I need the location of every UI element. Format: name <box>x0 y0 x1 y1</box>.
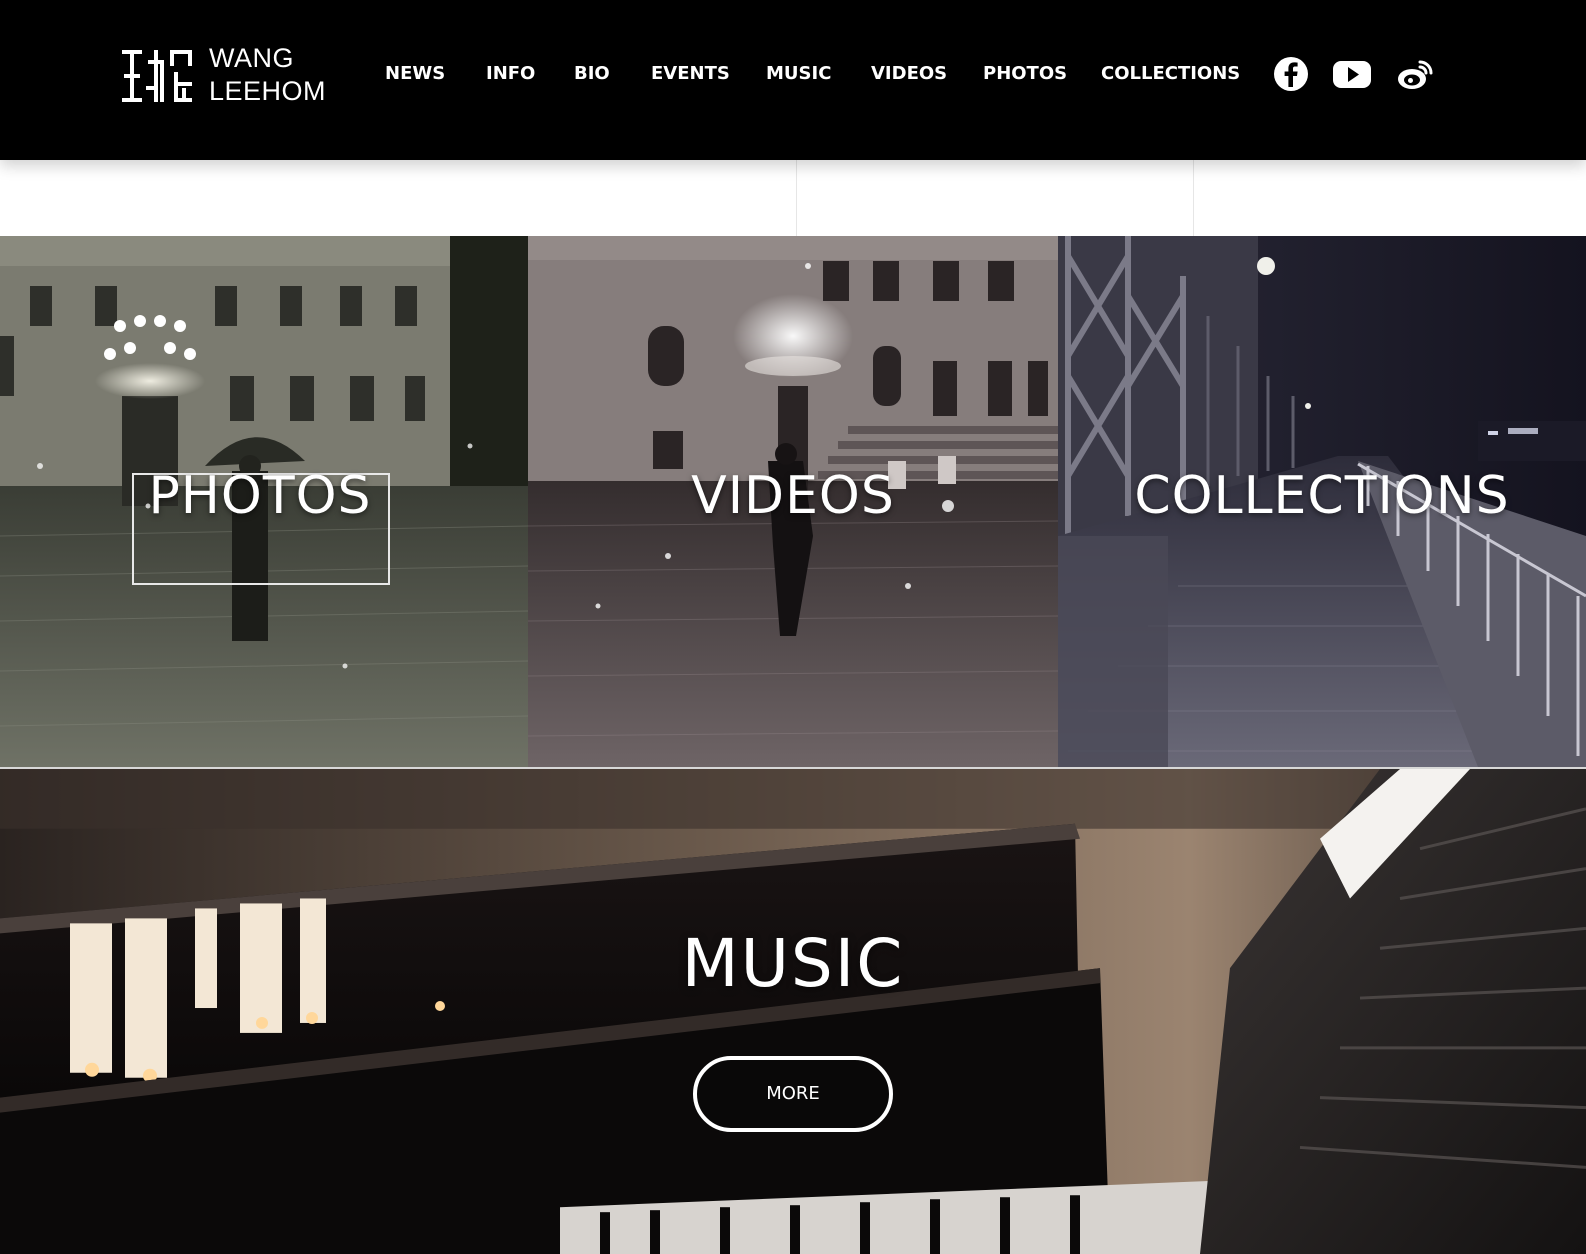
site-header: WANG LEEHOM NEWS INFO BIO EVENTS MUSIC V… <box>0 0 1586 160</box>
nav-videos[interactable]: VIDEOS <box>871 60 947 88</box>
music-title: MUSIC <box>681 925 905 1002</box>
logo-text: WANG LEEHOM <box>209 42 326 108</box>
nav-collections[interactable]: COLLECTIONS <box>1101 60 1240 88</box>
nav-events[interactable]: EVENTS <box>651 60 730 88</box>
site-logo[interactable]: WANG LEEHOM <box>122 42 326 110</box>
nav-photos[interactable]: PHOTOS <box>983 60 1067 88</box>
strip-divider <box>1193 160 1194 236</box>
photos-tile-label: PHOTOS <box>148 466 372 526</box>
nav-bio[interactable]: BIO <box>574 60 610 88</box>
strip-divider <box>796 160 797 236</box>
music-more-button[interactable]: MORE <box>693 1056 893 1132</box>
collections-tile-label: COLLECTIONS <box>1134 466 1510 526</box>
header-spacer-strip <box>0 160 1586 236</box>
nav-music[interactable]: MUSIC <box>766 60 831 88</box>
logo-line-1: WANG <box>209 43 294 73</box>
facebook-icon[interactable] <box>1272 54 1310 94</box>
logo-line-2: LEEHOM <box>209 76 327 106</box>
music-hero: MUSIC MORE <box>0 767 1586 1254</box>
music-hero-image <box>0 769 1586 1254</box>
videos-tile-label: VIDEOS <box>691 466 895 526</box>
collections-tile[interactable]: COLLECTIONS <box>1058 236 1586 767</box>
logo-mark-icon <box>122 50 192 102</box>
youtube-icon[interactable] <box>1332 54 1372 94</box>
videos-tile[interactable]: VIDEOS <box>528 236 1058 767</box>
nav-info[interactable]: INFO <box>486 60 535 88</box>
weibo-icon[interactable] <box>1396 54 1434 94</box>
photos-tile[interactable]: PHOTOS <box>0 236 528 767</box>
nav-news[interactable]: NEWS <box>385 60 445 88</box>
